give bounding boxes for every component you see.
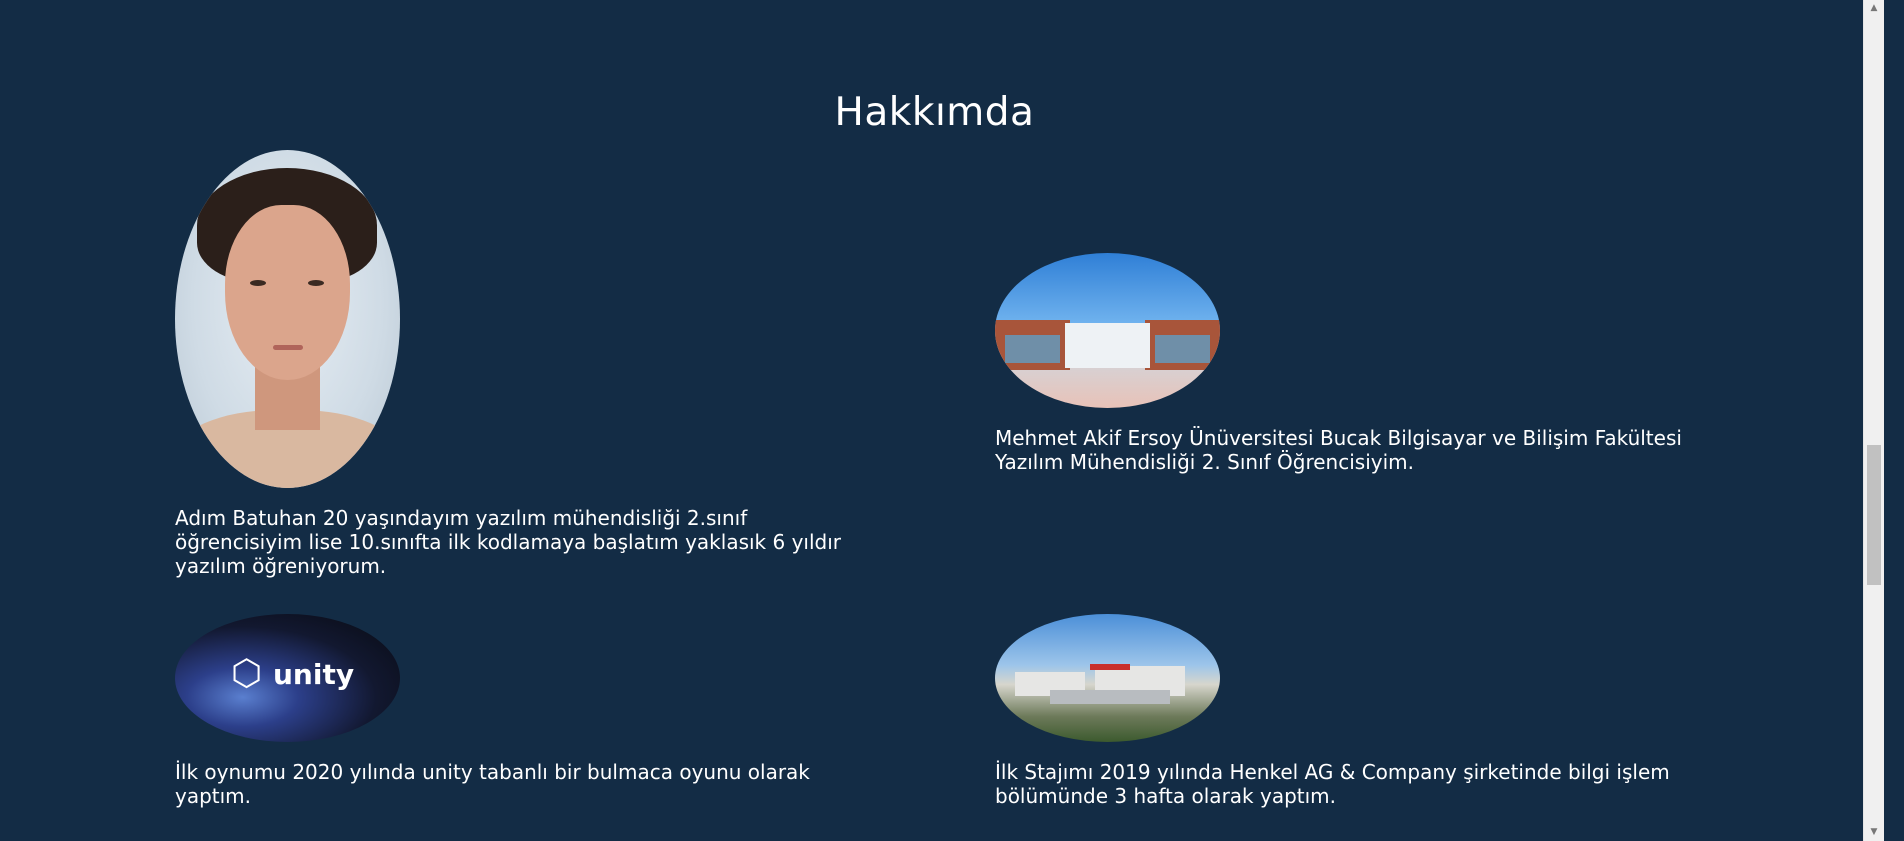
university-campus-photo [995, 253, 1220, 408]
university-description: Mehmet Akif Ersoy Ünüversitesi Bucak Bil… [995, 426, 1682, 474]
about-card-personal: Adım Batuhan 20 yaşındayım yazılım mühen… [175, 150, 875, 598]
scrollbar-thumb[interactable] [1867, 445, 1881, 585]
henkel-factory-photo [995, 614, 1220, 742]
about-card-internship: İlk Stajımı 2019 yılında Henkel AG & Com… [995, 614, 1695, 828]
vertical-scrollbar[interactable]: ▲ ▼ [1863, 0, 1884, 841]
chevron-down-icon[interactable]: ▼ [1864, 824, 1884, 841]
unity-logo-text: unity [273, 657, 355, 691]
chevron-up-icon[interactable]: ▲ [1864, 0, 1884, 17]
unity-logo-image: ⬡ unity [175, 614, 400, 742]
about-card-university: Mehmet Akif Ersoy Ünüversitesi Bucak Bil… [995, 253, 1695, 494]
about-card-first-game: ⬡ unity İlk oynumu 2020 yılında unity ta… [175, 614, 875, 828]
about-section: Hakkımda Adım Batuhan 20 yaşındayım yazı… [0, 0, 1884, 841]
internship-description: İlk Stajımı 2019 yılında Henkel AG & Com… [995, 760, 1670, 808]
first-game-description: İlk oynumu 2020 yılında unity tabanlı bi… [175, 760, 810, 808]
unity-cube-icon: ⬡ [231, 653, 263, 694]
personal-description: Adım Batuhan 20 yaşındayım yazılım mühen… [175, 506, 841, 578]
section-title: Hakkımda [834, 90, 1035, 136]
portrait-photo [175, 150, 400, 488]
